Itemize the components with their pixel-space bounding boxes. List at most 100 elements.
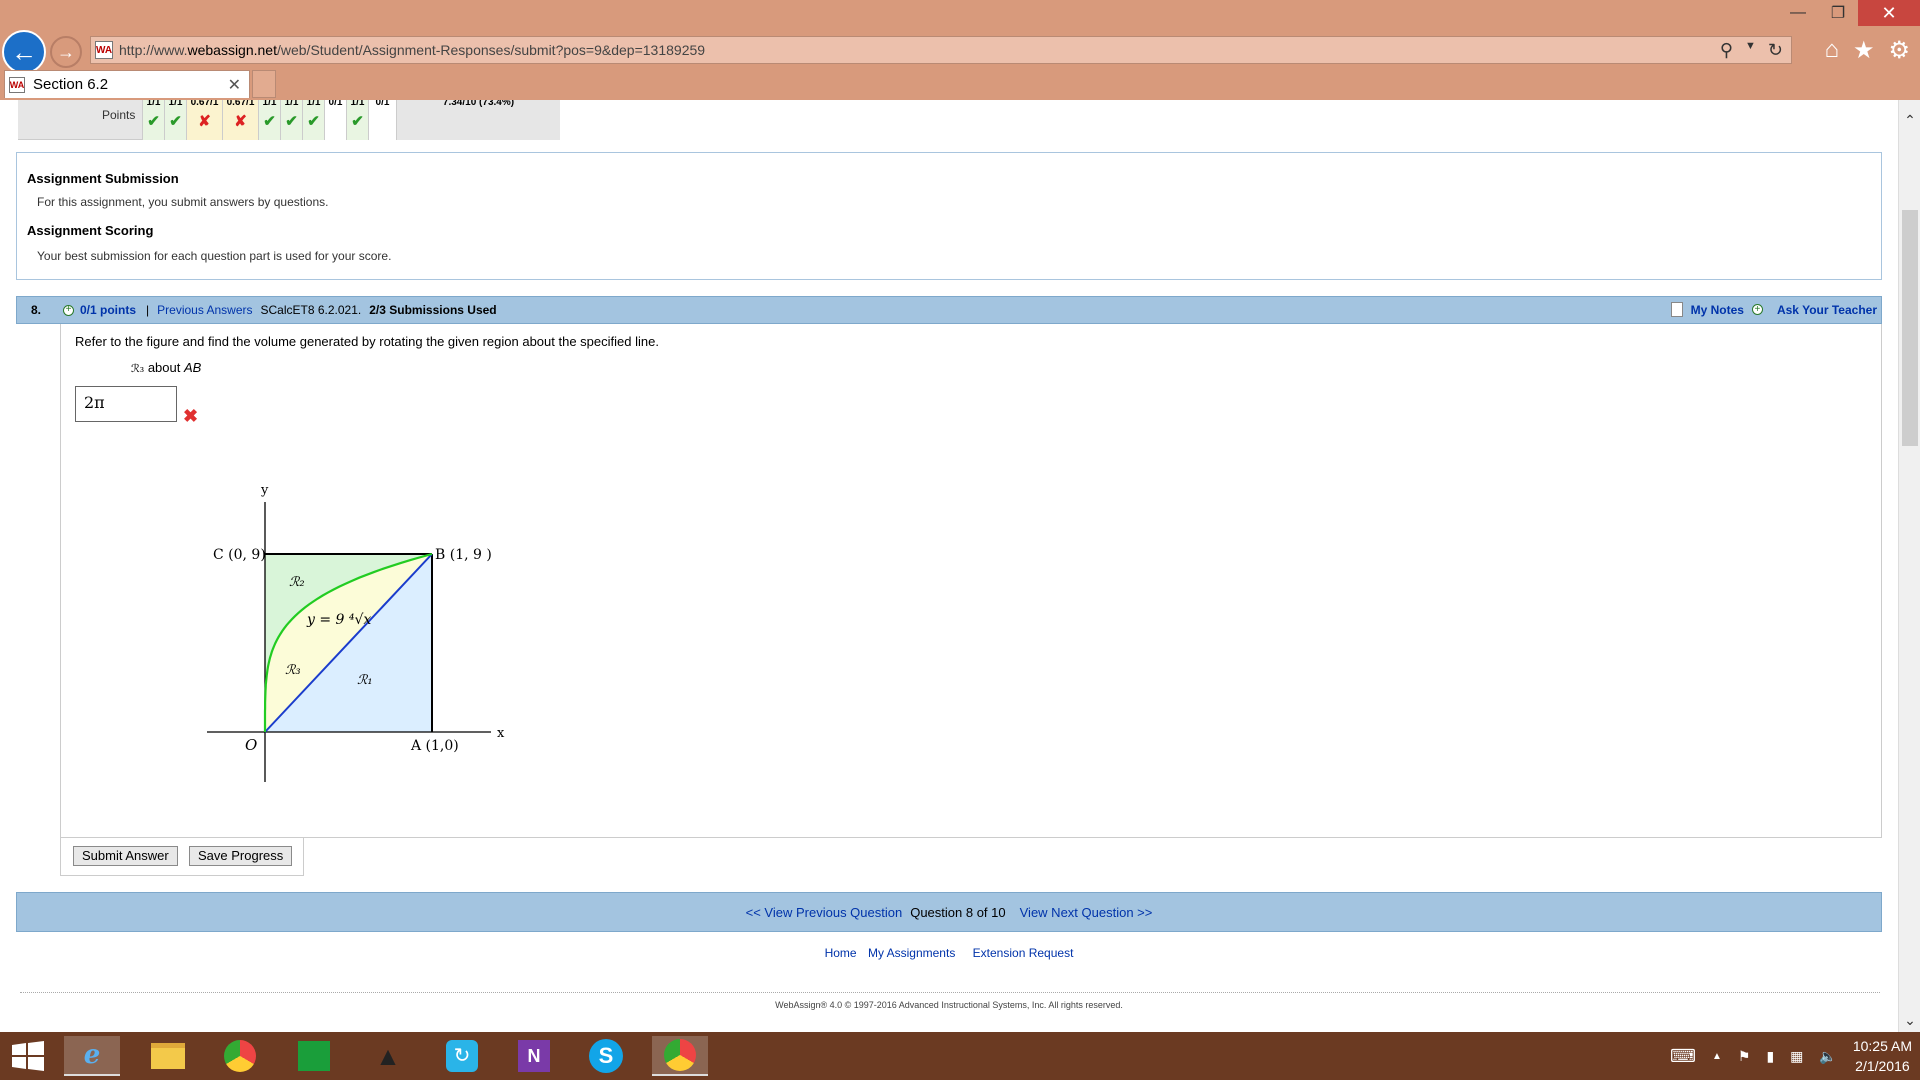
new-tab-button[interactable] <box>252 70 276 98</box>
points-cell-value: 1/1 <box>262 100 277 108</box>
question-position: Question 8 of 10 <box>910 904 1006 920</box>
ask-teacher-link[interactable]: Ask Your Teacher <box>1777 303 1877 317</box>
expand-plus-icon[interactable]: + <box>63 304 74 316</box>
url-path: /web/Student/Assignment-Responses/submit… <box>276 42 706 58</box>
curve-equation-label: y = 9 ⁴√x <box>306 612 371 628</box>
page-content: Points 1/1 ✔ 1/1 ✔ 0.67/1 ✘ 0.67/1 ✘ 1/1 ✔ 1/1 ✔ 1/1… <box>0 100 1898 1032</box>
system-tray: ⌨ ▲ ⚑ ▮ ▦ 🔈 10:25 AM 2/1/2016 <box>1670 1032 1912 1080</box>
incorrect-x-icon: ✖ <box>183 406 199 426</box>
close-window-icon[interactable]: ✕ <box>1858 0 1920 26</box>
file-explorer-icon[interactable] <box>140 1036 196 1076</box>
question-number: 8. <box>31 303 42 317</box>
ask-teacher-plus-icon[interactable]: + <box>1751 304 1763 315</box>
scoring-heading: Assignment Scoring <box>27 223 154 238</box>
battery-icon[interactable]: ▮ <box>1766 1048 1774 1065</box>
question-navigation: << View Previous Question Question 8 of … <box>16 892 1882 932</box>
footer-links: Home My Assignments Extension Request <box>0 946 1898 960</box>
forward-button[interactable]: → <box>50 36 82 68</box>
windows-taskbar: e ▲ ↻ N S ⌨ ▲ ⚑ ▮ ▦ 🔈 10:25 AM 2/1/2016 <box>0 1032 1920 1080</box>
previous-answers-link[interactable]: Previous Answers <box>157 303 252 317</box>
home-link[interactable]: Home <box>825 946 857 960</box>
point-a-label: A (1,0) <box>410 738 459 754</box>
refresh-icon[interactable]: ↻ <box>1768 40 1783 61</box>
my-notes-link[interactable]: My Notes <box>1691 303 1744 317</box>
chrome-profile-icon[interactable] <box>652 1036 708 1076</box>
home-icon[interactable]: ⌂ <box>1824 36 1839 65</box>
minimize-icon[interactable]: — <box>1778 0 1818 26</box>
system-clock[interactable]: 10:25 AM 2/1/2016 <box>1853 1036 1912 1076</box>
partial-credit-icon: ✘ <box>198 113 211 130</box>
url-domain: webassign.net <box>187 42 277 58</box>
scroll-thumb[interactable] <box>1902 210 1918 446</box>
copyright-footer: WebAssign® 4.0 © 1997-2016 Advanced Inst… <box>775 1000 1123 1010</box>
point-o-label: O <box>245 736 257 754</box>
browser-tab[interactable]: WA Section 6.2 ✕ <box>4 70 250 98</box>
points-cell-value: 0/1 <box>328 100 343 108</box>
answer-input[interactable]: 2π <box>75 386 177 422</box>
scroll-down-icon[interactable]: ⌄ <box>1899 1010 1920 1030</box>
check-icon: ✔ <box>147 113 160 130</box>
point-b-label: B (1, 9 ) <box>435 547 492 563</box>
skype-icon[interactable]: S <box>578 1036 634 1076</box>
points-cell-value: 0.67/1 <box>226 100 255 108</box>
tab-title: Section 6.2 <box>33 76 109 93</box>
url-prefix: http://www. <box>119 42 188 58</box>
action-center-flag-icon[interactable]: ⚑ <box>1738 1048 1751 1065</box>
settings-gear-icon[interactable]: ⚙ <box>1888 36 1910 65</box>
points-cell-value: 1/1 <box>306 100 321 108</box>
notes-icon[interactable] <box>1670 302 1683 317</box>
submission-heading: Assignment Submission <box>27 171 179 186</box>
tray-expand-icon[interactable]: ▲ <box>1712 1051 1722 1062</box>
vertical-scrollbar[interactable]: ⌃ ⌄ <box>1898 100 1920 1032</box>
sync-app-icon[interactable]: ↻ <box>434 1036 490 1076</box>
prev-question-link[interactable]: << View Previous Question <box>746 905 903 920</box>
onenote-icon[interactable]: N <box>506 1036 562 1076</box>
next-question-link[interactable]: View Next Question >> <box>1020 905 1153 920</box>
scroll-up-icon[interactable]: ⌃ <box>1899 110 1920 130</box>
points-cell-value: 1/1 <box>284 100 299 108</box>
arrow-right-icon: → <box>57 41 75 62</box>
x-axis-label: x <box>497 726 505 741</box>
search-icon[interactable]: ⚲ <box>1720 40 1733 61</box>
tab-close-icon[interactable]: ✕ <box>228 75 241 95</box>
region-3-label: ℛ₃ <box>285 663 301 678</box>
address-icons: ⚲ ▼ ↻ <box>1720 40 1791 61</box>
restore-icon[interactable]: ❐ <box>1818 0 1858 26</box>
app-dark-icon[interactable]: ▲ <box>360 1036 416 1076</box>
chrome-icon[interactable] <box>212 1036 268 1076</box>
clock-time: 10:25 AM <box>1852 1038 1912 1054</box>
footer-divider <box>20 992 1880 993</box>
region-figure: y x C (0, 9) B (1, 9 ) O A (1,0) ℛ₂ ℛ₃ ℛ… <box>207 483 505 782</box>
my-assignments-link[interactable]: My Assignments <box>868 946 955 960</box>
points-cell: 0/1 <box>324 100 346 140</box>
volume-icon[interactable]: 🔈 <box>1819 1048 1836 1065</box>
extension-request-link[interactable]: Extension Request <box>973 946 1074 960</box>
network-icon[interactable]: ▦ <box>1790 1048 1803 1065</box>
partial-credit-icon: ✘ <box>234 113 247 130</box>
button-area: Submit Answer Save Progress <box>60 838 304 876</box>
favorites-star-icon[interactable]: ★ <box>1853 36 1875 65</box>
internet-explorer-icon[interactable]: e <box>64 1036 120 1076</box>
question-prompt: Refer to the figure and find the volume … <box>75 334 659 349</box>
points-cell: 0.67/1 ✘ <box>186 100 222 140</box>
keyboard-icon[interactable]: ⌨ <box>1670 1046 1696 1067</box>
submissions-used: 2/3 Submissions Used <box>369 303 497 317</box>
check-icon: ✔ <box>263 113 276 130</box>
save-progress-button[interactable]: Save Progress <box>189 846 293 866</box>
browser-tools: ⌂ ★ ⚙ <box>1824 36 1910 65</box>
window-controls: — ❐ ✕ <box>1778 0 1920 26</box>
windows-start-icon[interactable] <box>8 1040 48 1072</box>
check-icon: ✔ <box>169 113 182 130</box>
points-cell: 0.67/1 ✘ <box>222 100 258 140</box>
question-body: Refer to the figure and find the volume … <box>60 324 1882 838</box>
submit-answer-button[interactable]: Submit Answer <box>73 846 178 866</box>
points-total-value: 7.34/10 (73.4%) <box>442 100 515 108</box>
question-points-link[interactable]: 0/1 points <box>80 303 136 317</box>
address-bar[interactable]: WA http://www.webassign.net/web/Student/… <box>90 36 1792 64</box>
address-url[interactable]: http://www.webassign.net/web/Student/Ass… <box>119 42 1720 58</box>
back-button[interactable]: ← <box>2 30 46 74</box>
points-cell-value: 1/1 <box>168 100 183 108</box>
dropdown-icon[interactable]: ▼ <box>1745 40 1756 61</box>
store-icon[interactable] <box>286 1036 342 1076</box>
points-cell: 1/1 ✔ <box>302 100 324 140</box>
